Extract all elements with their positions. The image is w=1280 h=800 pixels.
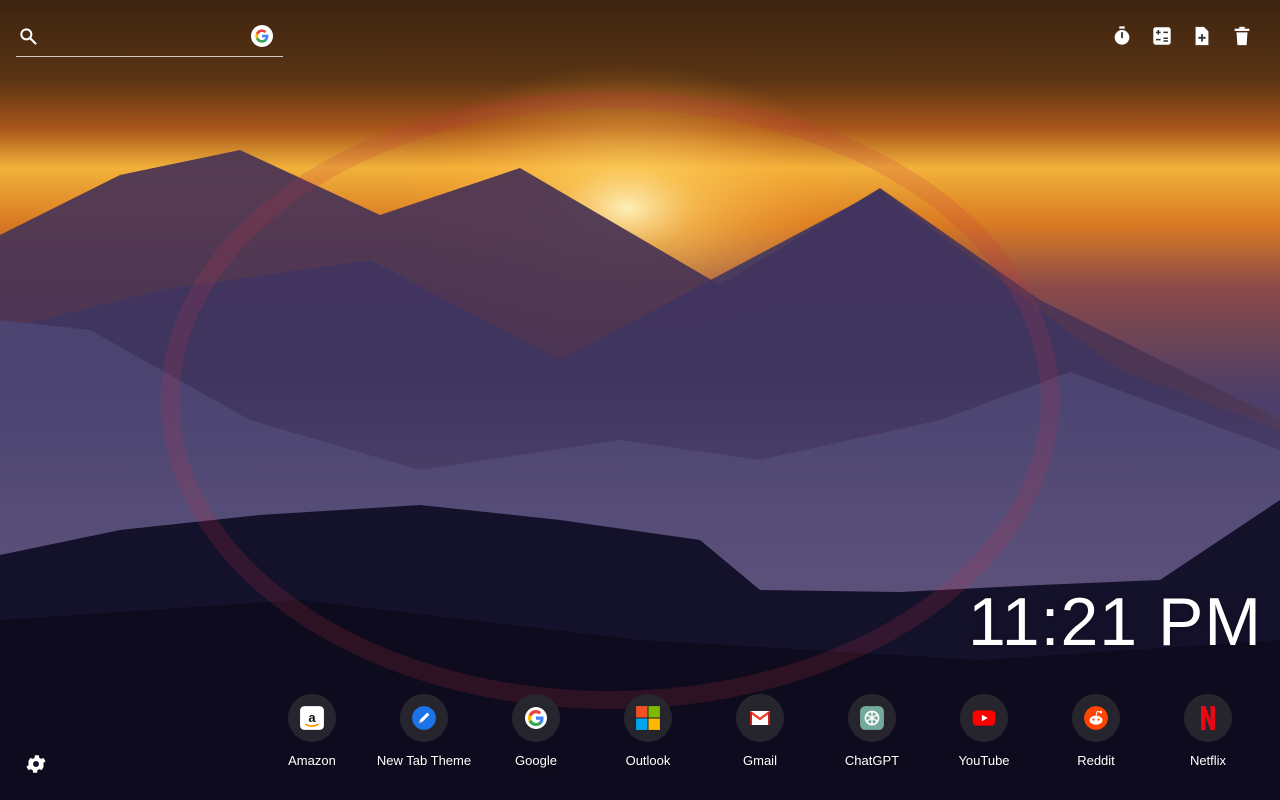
shortcut-label: Netflix: [1189, 753, 1227, 768]
shortcut-bar: a Amazon New Tab Theme Google Outlook Gm…: [256, 694, 1264, 768]
shortcut-reddit[interactable]: Reddit: [1040, 694, 1152, 768]
shortcut-label: YouTube: [958, 753, 1010, 768]
add-note-icon[interactable]: [1190, 24, 1214, 48]
settings-gear-icon[interactable]: [24, 752, 48, 776]
svg-text:a: a: [308, 710, 316, 725]
clock-time: 11:21 PM: [967, 584, 1262, 660]
shortcut-label: ChatGPT: [844, 753, 900, 768]
search-bar: [16, 22, 283, 57]
gmail-icon: [736, 694, 784, 742]
shortcut-netflix[interactable]: Netflix: [1152, 694, 1264, 768]
shortcut-label: Amazon: [288, 753, 336, 768]
shortcut-google[interactable]: Google: [480, 694, 592, 768]
youtube-icon: [960, 694, 1008, 742]
shortcut-outlook[interactable]: Outlook: [592, 694, 704, 768]
trash-icon[interactable]: [1230, 24, 1254, 48]
shortcut-gmail[interactable]: Gmail: [704, 694, 816, 768]
wallpaper-background: [0, 0, 1280, 800]
outlook-icon: [624, 694, 672, 742]
google-search-engine-icon[interactable]: [251, 25, 273, 47]
shortcut-label: Google: [515, 753, 557, 768]
chatgpt-icon: [848, 694, 896, 742]
search-icon[interactable]: [18, 26, 38, 46]
shortcut-youtube[interactable]: YouTube: [928, 694, 1040, 768]
shortcut-label: Reddit: [1077, 753, 1115, 768]
reddit-icon: [1072, 694, 1120, 742]
shortcut-label: New Tab Theme: [376, 753, 472, 768]
calculator-icon[interactable]: [1150, 24, 1174, 48]
shortcut-new-tab-theme[interactable]: New Tab Theme: [368, 694, 480, 768]
shortcut-label: Outlook: [625, 753, 671, 768]
google-icon: [512, 694, 560, 742]
netflix-icon: [1184, 694, 1232, 742]
toolbar: [1110, 24, 1254, 48]
stopwatch-icon[interactable]: [1110, 24, 1134, 48]
shortcut-label: Gmail: [743, 753, 777, 768]
shortcut-chatgpt[interactable]: ChatGPT: [816, 694, 928, 768]
shortcut-amazon[interactable]: a Amazon: [256, 694, 368, 768]
amazon-icon: a: [288, 694, 336, 742]
search-input[interactable]: [50, 24, 250, 52]
new-tab-theme-icon: [400, 694, 448, 742]
